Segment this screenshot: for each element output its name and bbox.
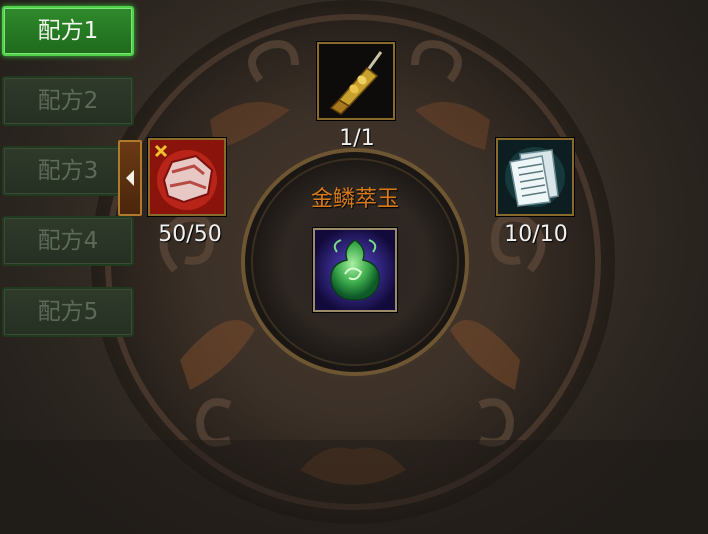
- tab-recipe-2[interactable]: 配方2: [2, 76, 134, 126]
- result-item-slot[interactable]: [313, 228, 397, 312]
- collapse-tabs-button[interactable]: [118, 140, 142, 216]
- tab-recipe-5[interactable]: 配方5: [2, 287, 134, 337]
- tab-recipe-3[interactable]: 配方3: [2, 146, 134, 196]
- material-slot-right[interactable]: [496, 138, 574, 216]
- result-item-name: 金鳞萃玉: [310, 187, 399, 212]
- left-material-count: 50/50: [158, 222, 222, 247]
- scroll-pages-icon: [498, 140, 572, 214]
- golden-scepter-icon: [319, 44, 393, 118]
- chevron-left-icon: [126, 170, 134, 186]
- recipe-panel: 配方1 配方2 配方3 配方4 配方5 1/1 50/50 10/10 金鳞萃玉: [0, 0, 708, 534]
- material-slot-top[interactable]: [317, 42, 395, 120]
- material-slot-left[interactable]: [148, 138, 226, 216]
- green-jade-icon: [315, 230, 395, 310]
- tab-recipe-4[interactable]: 配方4: [2, 216, 134, 266]
- top-material-count: 1/1: [339, 126, 375, 151]
- tab-recipe-1[interactable]: 配方1: [2, 6, 134, 56]
- right-material-count: 10/10: [504, 222, 568, 247]
- red-ore-icon: [150, 140, 224, 214]
